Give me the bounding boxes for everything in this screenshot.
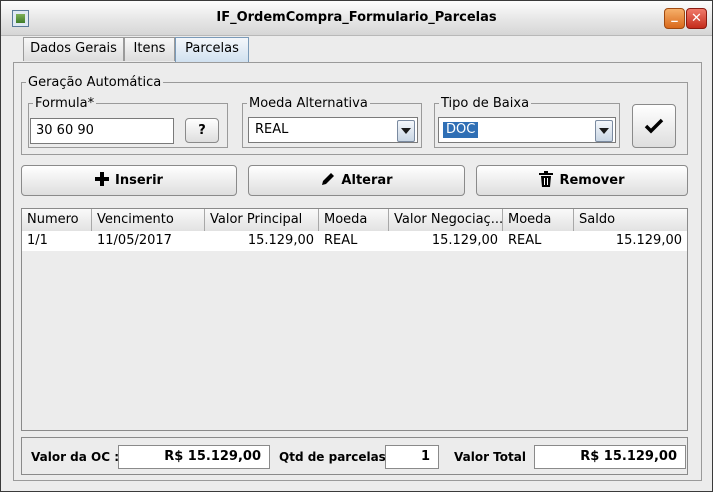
inserir-button[interactable]: Inserir — [21, 165, 237, 196]
remover-label: Remover — [559, 173, 625, 188]
tab-parcelas[interactable]: Parcelas — [175, 37, 249, 63]
table-cell: 15.129,00 — [247, 233, 314, 248]
valor-total-label: Valor Total — [454, 450, 526, 464]
column-header[interactable]: Valor Negociaç... — [389, 209, 503, 231]
column-header[interactable]: Saldo — [574, 209, 687, 231]
trash-icon — [539, 171, 554, 187]
tipo-baixa-label: Tipo de Baixa — [441, 96, 530, 111]
valor-oc-label: Valor da OC : — [31, 450, 120, 464]
remover-button[interactable]: Remover — [476, 165, 688, 196]
tab-dados-gerais[interactable]: Dados Gerais — [23, 37, 124, 61]
qtd-parcelas-label: Qtd de parcelas — [279, 450, 386, 464]
totals-panel: Valor da OC : R$ 15.129,00 Qtd de parcel… — [21, 437, 688, 475]
tipo-baixa-select[interactable]: DOC — [438, 117, 616, 143]
table-cell: 11/05/2017 — [97, 233, 172, 248]
minimize-button[interactable]: _ — [664, 8, 685, 29]
column-header[interactable]: Numero — [22, 209, 92, 231]
table-cell: REAL — [508, 233, 542, 248]
inserir-label: Inserir — [115, 173, 163, 188]
table-header: Numero Vencimento Valor Principal Moeda … — [22, 209, 687, 232]
column-header[interactable]: Vencimento — [92, 209, 205, 231]
column-header[interactable]: Moeda — [319, 209, 389, 231]
tab-itens[interactable]: Itens — [124, 37, 175, 61]
formula-input[interactable]: 30 60 90 — [30, 118, 174, 144]
table-row[interactable]: 1/1 11/05/2017 15.129,00 REAL 15.129,00 … — [22, 231, 687, 251]
chevron-down-icon[interactable] — [595, 120, 613, 142]
valor-oc-value: R$ 15.129,00 — [118, 445, 270, 469]
pencil-icon — [322, 173, 335, 185]
close-icon: ✕ — [691, 11, 702, 26]
formula-help-button[interactable]: ? — [185, 118, 219, 143]
title-bar: IF_OrdemCompra_Formulario_Parcelas _ ✕ — [1, 1, 712, 36]
check-icon — [644, 118, 664, 134]
column-header[interactable]: Moeda — [503, 209, 574, 231]
chevron-down-icon[interactable] — [397, 120, 415, 142]
minimize-icon: _ — [671, 8, 678, 23]
moeda-value: REAL — [255, 122, 289, 137]
tipo-baixa-value: DOC — [443, 122, 479, 138]
table-cell: 15.129,00 — [615, 233, 682, 248]
qtd-parcelas-value: 1 — [385, 445, 439, 469]
table-cell: 15.129,00 — [431, 233, 498, 248]
parcelas-table: Numero Vencimento Valor Principal Moeda … — [21, 208, 688, 431]
alterar-label: Alterar — [341, 173, 393, 188]
geracao-automatica-legend: Geração Automática — [28, 75, 162, 90]
table-cell: 1/1 — [27, 233, 48, 248]
valor-total-value: R$ 15.129,00 — [534, 445, 686, 469]
close-button[interactable]: ✕ — [686, 8, 707, 29]
apply-button[interactable] — [632, 104, 676, 148]
alterar-button[interactable]: Alterar — [248, 165, 465, 196]
moeda-label: Moeda Alternativa — [249, 96, 368, 111]
dialog-window: IF_OrdemCompra_Formulario_Parcelas _ ✕ D… — [0, 0, 713, 492]
formula-label: Formula* — [35, 96, 95, 111]
window-title: IF_OrdemCompra_Formulario_Parcelas — [216, 10, 497, 25]
column-header[interactable]: Valor Principal — [205, 209, 319, 231]
moeda-select[interactable]: REAL — [248, 117, 418, 143]
table-cell: REAL — [324, 233, 358, 248]
plus-icon — [95, 172, 110, 186]
